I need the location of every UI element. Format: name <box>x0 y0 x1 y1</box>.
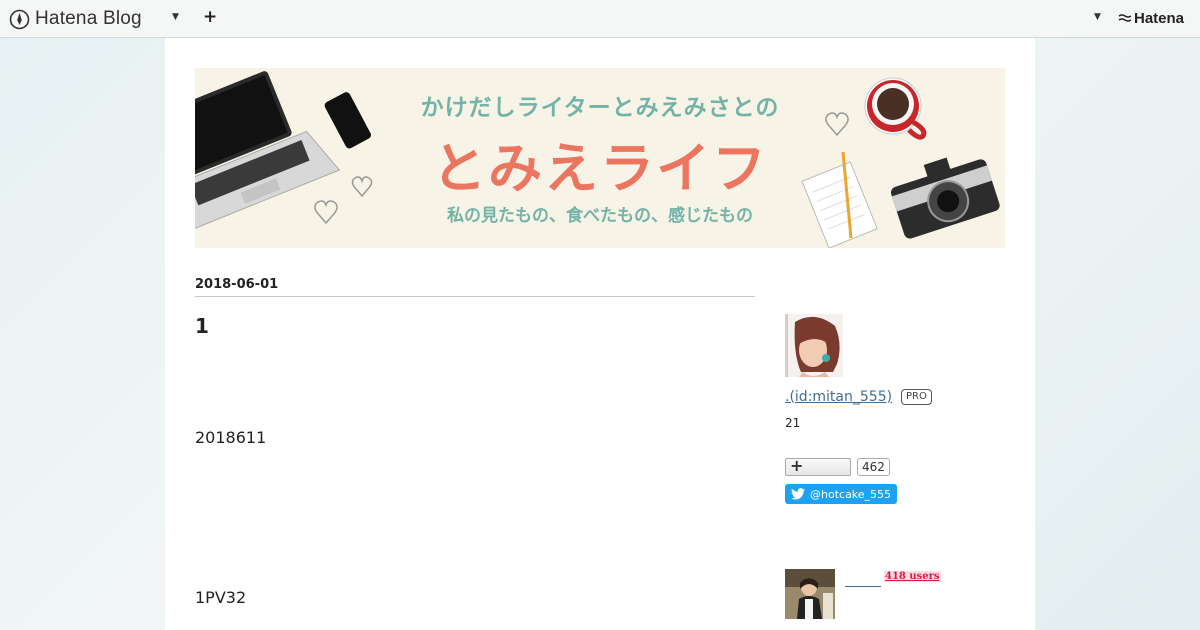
banner-tagline: 私の見たもの、食べたもの、感じたもの <box>447 206 753 226</box>
entry-paragraph: 2018611 <box>195 428 267 447</box>
hatena-blog-pen-icon <box>9 9 30 29</box>
new-post-icon[interactable]: + <box>203 7 217 27</box>
global-header: Hatena Blog ▼ + ▼ Hatena <box>0 0 1200 38</box>
subscribe-button[interactable]: + <box>785 456 851 476</box>
entry-date[interactable]: 2018-06-01 <box>195 277 755 297</box>
twitter-follow-button[interactable]: @hotcake_555 <box>785 484 897 504</box>
entry-title[interactable]: 1 <box>195 314 209 338</box>
hatena-logo[interactable]: Hatena <box>1118 10 1184 27</box>
profile-id-link[interactable]: .(id:mitan_555) <box>785 389 892 405</box>
profile-avatar[interactable] <box>785 314 843 377</box>
hatena-blog-logo[interactable]: Hatena Blog <box>9 7 142 31</box>
twitter-bird-icon <box>791 488 805 500</box>
entry-paragraph: 1PV32 <box>195 588 247 607</box>
hatena-wave-icon <box>1118 13 1132 22</box>
blog-menu-dropdown-icon[interactable]: ▼ <box>172 12 179 22</box>
subscribe-count[interactable]: 462 <box>857 458 890 476</box>
blog-content-panel: かけだしライターとみえみさとの とみえライフ 私の見たもの、食べたもの、感じたも… <box>165 38 1035 630</box>
user-menu-dropdown-icon[interactable]: ▼ <box>1094 12 1101 22</box>
blog-header-banner[interactable]: かけだしライターとみえみさとの とみえライフ 私の見たもの、食べたもの、感じたも… <box>195 68 1005 248</box>
recent-entry-link[interactable] <box>845 577 881 587</box>
twitter-handle: @hotcake_555 <box>810 487 892 501</box>
recent-entry-thumbnail[interactable] <box>785 569 835 619</box>
subscriber-count-text: 21 <box>785 416 801 430</box>
banner-blog-title: とみえライフ <box>432 137 768 200</box>
logo-text: Hatena Blog <box>35 8 142 29</box>
hatena-text: Hatena <box>1134 10 1185 27</box>
banner-subtitle-top: かけだしライターとみえみさとの <box>420 95 780 121</box>
pro-badge: PRO <box>901 389 932 405</box>
plus-icon: + <box>790 456 804 475</box>
bookmark-users-badge[interactable]: 418 users <box>884 571 941 582</box>
